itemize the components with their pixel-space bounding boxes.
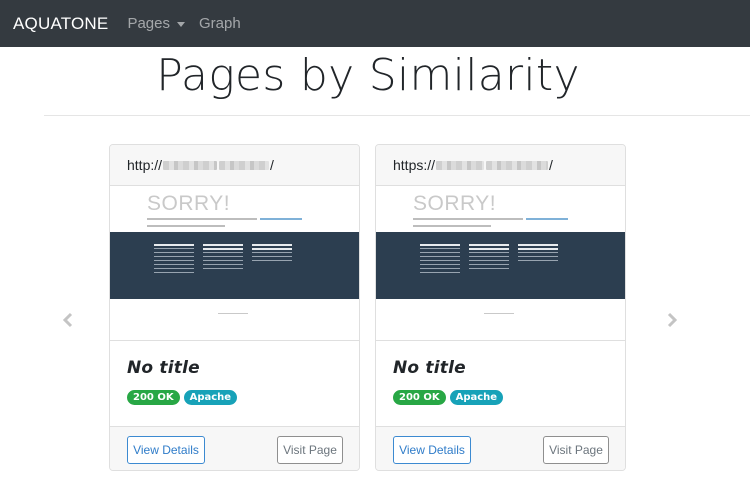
redacted-domain	[219, 160, 270, 170]
card-url: http:// /	[110, 145, 359, 186]
view-details-button[interactable]: View Details	[127, 436, 205, 464]
server-badge: Apache	[183, 390, 238, 405]
screenshot-heading: SORRY!	[147, 192, 231, 215]
redacted-host	[163, 160, 218, 170]
status-badge: 200 OK	[393, 390, 446, 405]
url-suffix: /	[549, 157, 553, 173]
nav-pages-dropdown[interactable]: Pages	[127, 15, 185, 32]
url-suffix: /	[270, 157, 274, 173]
brand-logo[interactable]: AQUATONE	[13, 14, 108, 34]
page-title-text: No title	[393, 358, 466, 378]
screenshot-dark-band	[376, 232, 625, 299]
page-screenshot[interactable]: SORRY!	[110, 186, 359, 341]
screenshot-link	[260, 218, 302, 220]
screenshot-column	[469, 244, 509, 272]
nav-pages-label: Pages	[127, 15, 170, 32]
page-card: http:// / SORRY! No title 200 OK Apache	[109, 144, 360, 471]
url-prefix: http://	[127, 157, 163, 173]
badge-group: 200 OK Apache	[127, 390, 342, 405]
title-divider	[44, 115, 750, 116]
screenshot-footer-line	[484, 313, 514, 314]
redacted-host	[436, 160, 485, 170]
page-title-text: No title	[127, 358, 200, 378]
caret-down-icon	[176, 21, 185, 27]
screenshot-column	[420, 244, 460, 276]
card-footer: View Details Visit Page	[376, 426, 625, 470]
card-url: https:// /	[376, 145, 625, 186]
screenshot-footer-line	[218, 313, 248, 314]
visit-page-button[interactable]: Visit Page	[277, 436, 343, 464]
carousel-next-button[interactable]	[664, 312, 680, 328]
page-title: Pages by Similarity	[156, 50, 580, 101]
chevron-left-icon	[62, 312, 73, 328]
chevron-right-icon	[667, 312, 678, 328]
nav-graph-link[interactable]: Graph	[199, 15, 241, 32]
screenshot-text-line	[147, 225, 225, 227]
url-prefix: https://	[393, 157, 436, 173]
screenshot-column	[518, 244, 558, 264]
screenshot-text-line	[413, 225, 491, 227]
screenshot-column	[203, 244, 243, 272]
top-navbar: AQUATONE Pages Graph	[0, 0, 750, 47]
screenshot-column	[252, 244, 292, 264]
screenshot-dark-band	[110, 232, 359, 299]
server-badge: Apache	[449, 390, 504, 405]
redacted-domain	[486, 160, 549, 170]
screenshot-column	[154, 244, 194, 276]
screenshot-heading: SORRY!	[413, 192, 497, 215]
visit-page-button[interactable]: Visit Page	[543, 436, 609, 464]
screenshot-link	[526, 218, 568, 220]
carousel-prev-button[interactable]	[60, 312, 76, 328]
card-body: No title 200 OK Apache	[110, 341, 359, 426]
view-details-button[interactable]: View Details	[393, 436, 471, 464]
card-body: No title 200 OK Apache	[376, 341, 625, 426]
screenshot-text-line	[147, 218, 257, 220]
badge-group: 200 OK Apache	[393, 390, 608, 405]
page-card: https:// / SORRY! No title 200 OK Apache	[375, 144, 626, 471]
card-footer: View Details Visit Page	[110, 426, 359, 470]
status-badge: 200 OK	[127, 390, 180, 405]
page-screenshot[interactable]: SORRY!	[376, 186, 625, 341]
screenshot-text-line	[413, 218, 523, 220]
